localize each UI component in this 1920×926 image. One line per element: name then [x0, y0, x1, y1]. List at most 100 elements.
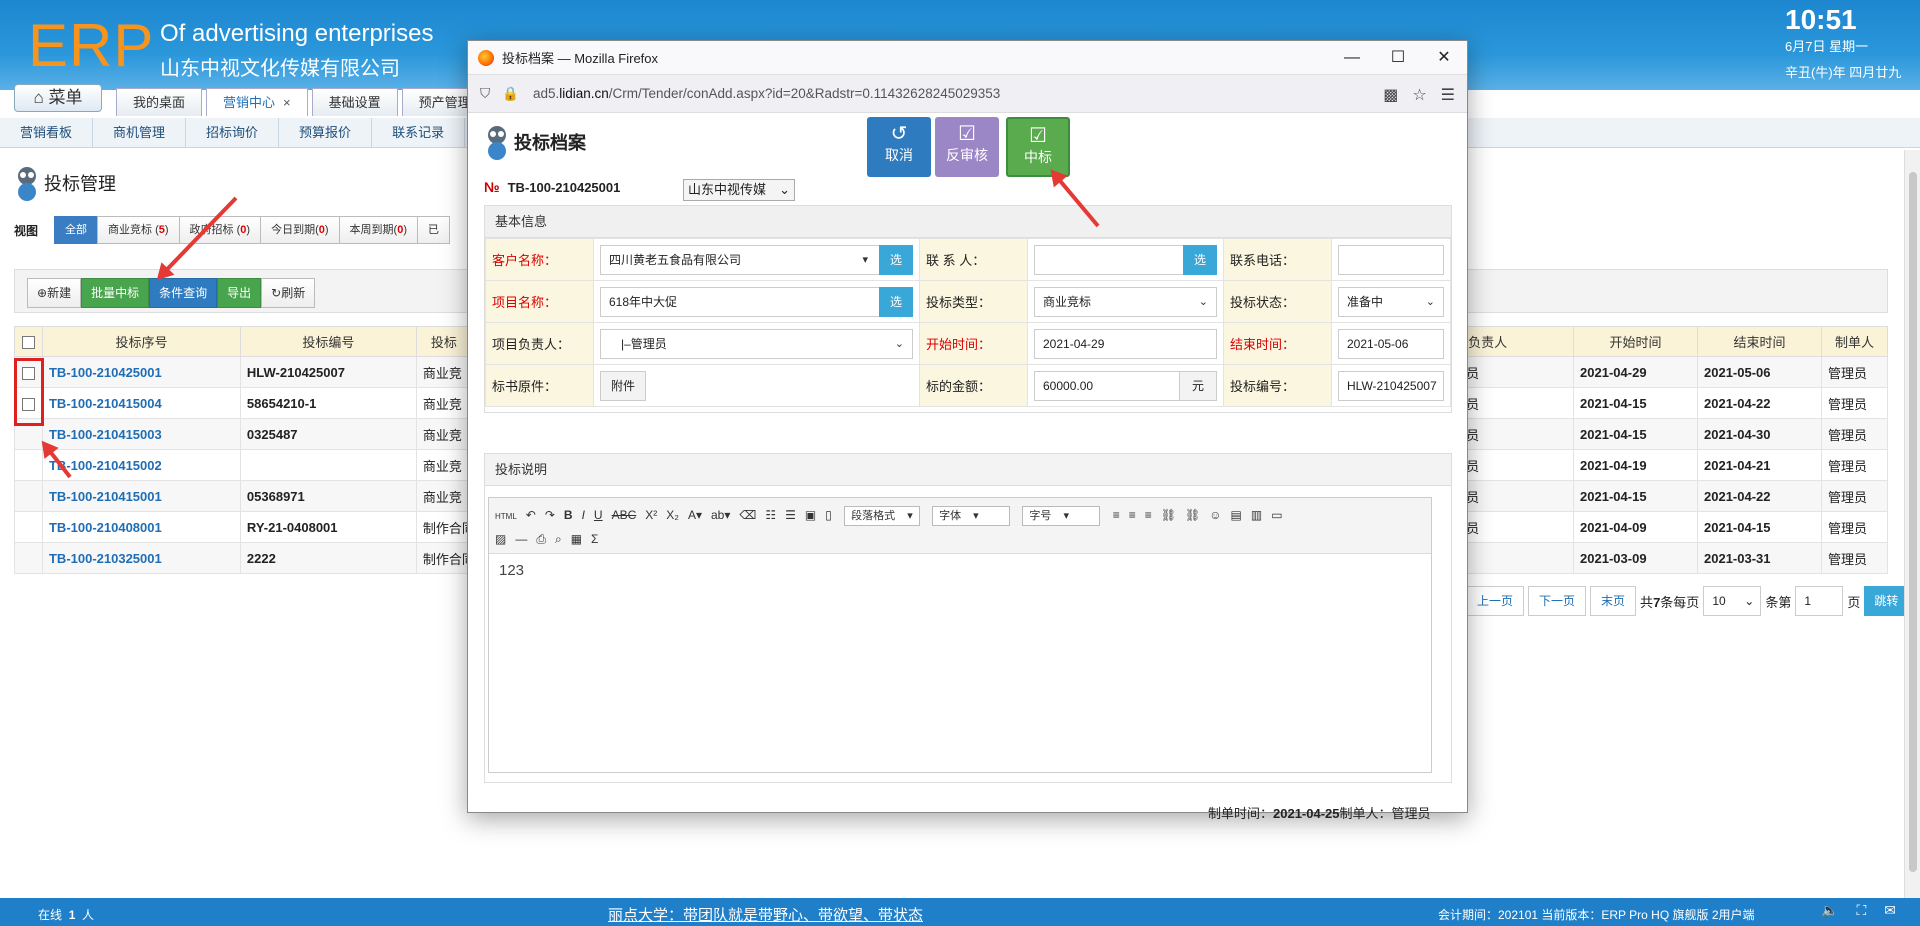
eraser-icon[interactable]: ⌫ [739, 504, 756, 526]
url-bar[interactable]: ⛉ 🔒 ad5. lidian.cn/Crm/Tender/conAdd.aspx… [468, 75, 1467, 113]
close-icon[interactable]: ✕ [1421, 41, 1467, 75]
row-checkbox-cell[interactable] [14, 511, 43, 543]
tab-basic-settings[interactable]: 基础设置 [311, 88, 398, 116]
row-checkbox-cell[interactable] [14, 480, 43, 512]
header-checkbox[interactable] [14, 326, 43, 357]
hamburger-icon[interactable]: ☰ [1441, 85, 1455, 105]
next-page[interactable]: 下一页 [1528, 586, 1587, 616]
jump-button[interactable]: 跳转 [1864, 586, 1909, 616]
page-icon[interactable]: ▯ [825, 504, 832, 526]
star-icon[interactable]: ☆ [1412, 85, 1426, 105]
preview-icon[interactable]: ▭ [1271, 504, 1282, 526]
superscript-icon[interactable]: X² [645, 504, 657, 526]
align-right-icon[interactable]: ≡ [1145, 504, 1152, 526]
sigma-icon[interactable]: Σ [591, 528, 598, 550]
view-more[interactable]: 已 [417, 216, 451, 244]
shield-icon[interactable]: ⛉ [480, 86, 490, 102]
project-field[interactable]: 618年中大促 选 [600, 286, 913, 317]
tender-no-link[interactable]: TB-100-210408001 [41, 511, 241, 543]
bid-code-field[interactable]: HLW-210425007 [1338, 370, 1444, 401]
view-commercial[interactable]: 商业竞标 (5) [97, 216, 180, 244]
cancel-button[interactable]: ↺ 取消 [867, 117, 931, 177]
menu-button[interactable]: ⌂ 菜单 [14, 84, 102, 112]
user-icon[interactable]: ● [1666, 92, 1688, 114]
pick-customer-button[interactable]: 选 [879, 244, 913, 275]
phone-field[interactable] [1338, 244, 1444, 275]
paragraph-format-select[interactable]: 段落格式 ▾ [844, 506, 920, 526]
fullscreen-icon[interactable]: ⛶ [1856, 902, 1866, 919]
bullet-list-icon[interactable]: ☰ [785, 504, 796, 526]
tender-no-link[interactable]: TB-100-210415001 [41, 480, 241, 512]
subnav-dashboard[interactable]: 营销看板 [0, 118, 94, 147]
tender-no-link[interactable]: TB-100-210425001 [41, 356, 241, 388]
amount-field[interactable]: 60000.00 元 [1034, 370, 1217, 401]
cloud-icon[interactable]: ☁ [1708, 92, 1730, 114]
batch-win-button[interactable]: 批量中标 [81, 278, 150, 308]
row-checkbox-cell[interactable] [14, 542, 43, 574]
unreview-button[interactable]: ☑ 反审核 [935, 117, 999, 177]
maximize-icon[interactable]: ☐ [1375, 41, 1421, 75]
select-all-checkbox[interactable] [21, 336, 35, 350]
subscript-icon[interactable]: X₂ [666, 504, 679, 526]
view-due-week[interactable]: 本周到期(0) [338, 216, 419, 244]
align-left-icon[interactable]: ≡ [1113, 504, 1120, 526]
contact-field[interactable]: 选 [1034, 244, 1217, 275]
subnav-contact-log[interactable]: 联系记录 [372, 118, 466, 147]
emoji-icon[interactable]: ☺ [1209, 504, 1221, 526]
logout-icon[interactable]: ⏻ [1876, 92, 1898, 114]
tender-no-link[interactable]: TB-100-210415003 [41, 418, 241, 450]
font-size-select[interactable]: 字号 ▾ [1022, 506, 1101, 526]
tab-marketing[interactable]: 营销中心 × [206, 88, 308, 116]
minimize-icon[interactable]: — [1329, 41, 1375, 75]
highlight-icon[interactable]: ab▾ [711, 504, 730, 526]
bid-status-select[interactable]: 准备中 ⌄ [1338, 286, 1444, 317]
print-icon[interactable]: ⎙ [536, 528, 546, 550]
unlink-icon[interactable]: ⛓ [1185, 504, 1200, 526]
font-color-icon[interactable]: A▾ [688, 504, 702, 526]
underline-icon[interactable]: U [594, 504, 603, 526]
owner-select[interactable]: |–管理员 ⌄ [600, 328, 913, 359]
scroll-thumb[interactable] [1909, 172, 1917, 872]
chat-icon[interactable]: ✉ [1884, 902, 1896, 919]
html-icon[interactable]: HTML [495, 506, 517, 528]
page-input[interactable]: 1 [1795, 586, 1844, 616]
page-scrollbar[interactable] [1904, 150, 1920, 898]
last-page[interactable]: 末页 [1590, 586, 1637, 616]
apps-icon[interactable]: ▦ [1750, 92, 1772, 114]
editor-content[interactable]: 123 [489, 554, 1431, 587]
subnav-opportunity[interactable]: 商机管理 [93, 118, 187, 147]
company-select[interactable]: 山东中视传媒 ⌄ [683, 179, 795, 201]
subnav-tender[interactable]: 招标询价 [186, 118, 280, 147]
ordered-list-icon[interactable]: ☷ [765, 504, 776, 526]
align-center-icon[interactable]: ≡ [1129, 504, 1136, 526]
subnav-quote[interactable]: 预算报价 [279, 118, 373, 147]
horizontal-rule-icon[interactable]: — [515, 528, 527, 550]
row-checkbox-cell[interactable] [14, 449, 43, 481]
attachment-button[interactable]: 附件 [600, 370, 646, 401]
qr-icon[interactable]: ▩ [1383, 85, 1398, 105]
bold-icon[interactable]: B [564, 504, 573, 526]
image-icon[interactable]: ▤ [1231, 504, 1242, 526]
tender-no-link[interactable]: TB-100-210415004 [41, 387, 241, 419]
page-size-select[interactable]: 10 ⌄ [1703, 586, 1762, 616]
bid-type-select[interactable]: 商业竞标 ⌄ [1034, 286, 1217, 317]
video-icon[interactable]: ▥ [1251, 504, 1262, 526]
new-button[interactable]: ⊕新建 [27, 278, 82, 308]
strikethrough-icon[interactable]: ABC [612, 504, 637, 526]
refresh-button[interactable]: ↻刷新 [261, 278, 316, 308]
view-all[interactable]: 全部 [54, 216, 99, 244]
volume-icon[interactable]: 🔈 [1821, 902, 1838, 919]
pick-contact-button[interactable]: 选 [1183, 244, 1217, 275]
redo-icon[interactable]: ↷ [545, 504, 555, 526]
gear-icon[interactable]: ⚙ [1792, 92, 1814, 114]
export-button[interactable]: 导出 [217, 278, 262, 308]
lock-icon[interactable]: 🔒 [502, 86, 519, 102]
view-due-today[interactable]: 今日到期(0) [260, 216, 340, 244]
link-icon[interactable]: ⛓ [1161, 504, 1176, 526]
tab-desktop[interactable]: 我的桌面 [116, 88, 203, 116]
tender-no-link[interactable]: TB-100-210415002 [41, 449, 241, 481]
insert-image-icon[interactable]: ▨ [495, 528, 506, 550]
close-icon[interactable]: × [283, 95, 291, 110]
paste-icon[interactable]: ▦ [571, 528, 582, 550]
font-family-select[interactable]: 字体 ▾ [932, 506, 1011, 526]
